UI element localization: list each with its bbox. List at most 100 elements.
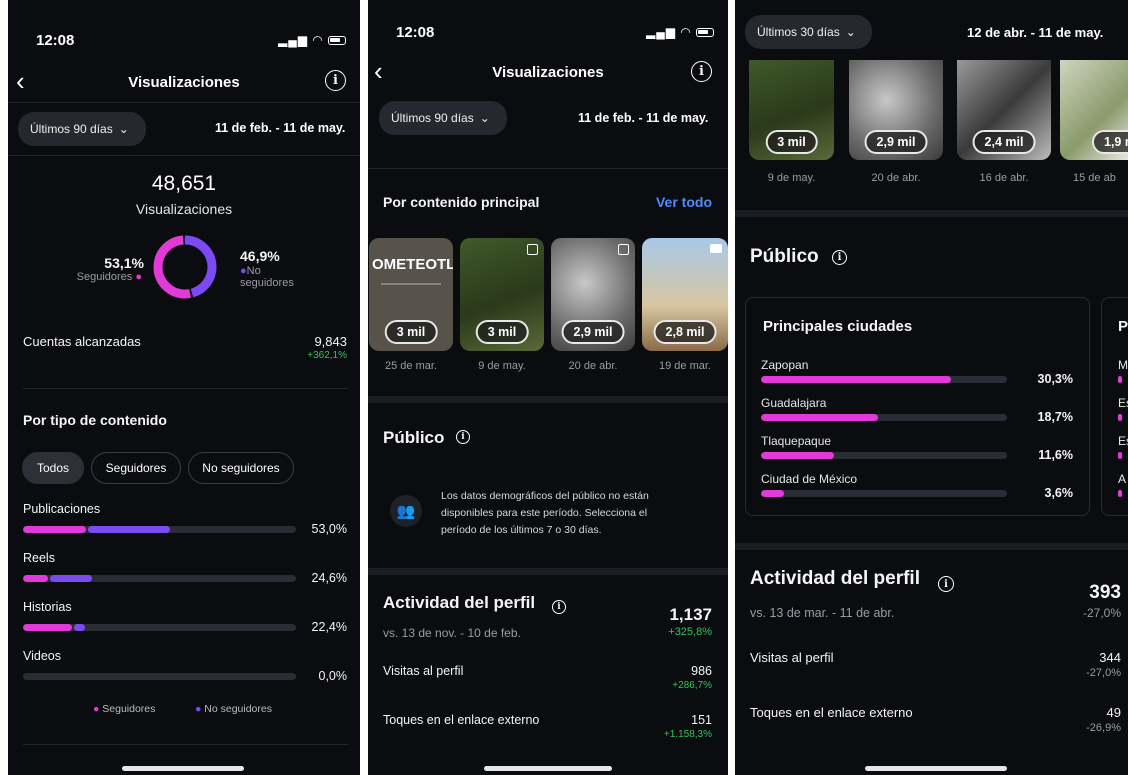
profile-activity-change: +325,8% <box>668 626 712 638</box>
second-card-item: A <box>1118 472 1127 486</box>
content-thumbnail[interactable]: 2,9 mil <box>551 238 635 351</box>
see-all-link[interactable]: Ver todo <box>656 194 712 210</box>
section-divider <box>735 543 1128 550</box>
chip-all[interactable]: Todos <box>22 452 84 484</box>
city-bar-fill <box>761 452 834 459</box>
content-type-bar <box>23 575 296 582</box>
second-card-title: P <box>1118 318 1128 335</box>
battery-icon <box>328 36 347 46</box>
content-type-value: 53,0% <box>311 522 347 536</box>
second-card-bar-fill <box>1118 452 1122 459</box>
non-followers-dot-icon: ● <box>240 265 247 277</box>
audience-notice: Los datos demográficos del público no es… <box>441 490 649 536</box>
city-name: Zapopan <box>761 358 809 372</box>
page-title: Visualizaciones <box>492 64 604 81</box>
views-badge: 3 mil <box>765 130 818 154</box>
content-type-bar <box>23 624 296 631</box>
range-dropdown[interactable]: Últimos 30 días ⌄ <box>745 15 872 49</box>
content-type-bar <box>23 526 296 533</box>
profile-visits-value: 344 <box>1099 650 1121 665</box>
comparison-period: vs. 13 de mar. - 11 de abr. <box>750 606 895 620</box>
non-followers-bar-segment <box>50 575 92 582</box>
wifi-icon: ◠ <box>680 25 692 39</box>
profile-activity-total: 1,137 <box>669 605 712 624</box>
thumbnail-date: 20 de abr. <box>568 360 618 372</box>
content-thumbnail[interactable]: OMETEOTL 3 mil <box>369 238 453 351</box>
views-badge: 3 mil <box>475 320 529 344</box>
info-icon[interactable]: i <box>832 250 847 265</box>
views-badge: 3 mil <box>384 320 438 344</box>
content-thumbnail[interactable]: 3 mil <box>460 238 544 351</box>
status-icons: ▂▄▆ ◠ <box>278 33 347 47</box>
legend-followers: ● Seguidores <box>93 703 156 715</box>
content-thumbnail[interactable]: 2,9 mil <box>849 60 943 160</box>
content-type-title: Por tipo de contenido <box>23 412 167 428</box>
content-type-value: 22,4% <box>311 620 347 634</box>
home-indicator[interactable] <box>865 766 1007 771</box>
accounts-reached-value: 9,843 <box>314 334 347 349</box>
signal-icon: ▂▄▆ <box>278 33 308 47</box>
non-followers-label: ●No seguidores <box>240 265 294 289</box>
thumbnail-date: 9 de may. <box>767 172 816 184</box>
info-icon[interactable]: i <box>691 61 712 82</box>
profile-activity-total: 393 <box>1089 582 1121 603</box>
content-thumbnail[interactable]: 3 mil <box>749 60 834 160</box>
section-divider <box>368 568 728 575</box>
chip-followers[interactable]: Seguidores <box>91 452 181 484</box>
profile-activity-change: -27,0% <box>1082 606 1121 620</box>
section-divider <box>735 210 1128 217</box>
audience-title: Público <box>383 428 445 447</box>
profile-visits-change: +286,7% <box>672 680 712 691</box>
screen-views-overview: 12:08 ▂▄▆ ◠ ‹ Visualizaciones i Últimos … <box>8 0 360 775</box>
chip-non-followers[interactable]: No seguidores <box>188 452 294 484</box>
followers-donut-chart <box>153 235 217 299</box>
second-card-bar-fill <box>1118 414 1122 421</box>
content-thumbnail[interactable]: 2,8 mil <box>642 238 728 351</box>
non-followers-bar-segment <box>74 624 85 631</box>
range-dropdown[interactable]: Últimos 90 días ⌄ <box>18 112 146 146</box>
home-indicator[interactable] <box>122 766 244 771</box>
range-dropdown[interactable]: Últimos 90 días ⌄ <box>379 101 507 135</box>
status-time: 12:08 <box>36 32 75 49</box>
chevron-down-icon: ⌄ <box>479 111 490 125</box>
screen-views-audience: Últimos 30 días ⌄ 12 de abr. - 11 de may… <box>735 0 1128 775</box>
city-bar <box>761 490 1007 497</box>
accounts-reached-label: Cuentas alcanzadas <box>23 334 141 349</box>
content-type-value: 24,6% <box>311 571 347 585</box>
views-badge: 2,8 mil <box>653 320 717 344</box>
views-badge: 1,9 mil <box>1092 130 1128 154</box>
content-type-value: 0,0% <box>318 669 348 683</box>
profile-visits-label: Visitas al perfil <box>383 664 464 678</box>
info-icon[interactable]: i <box>325 70 346 91</box>
non-followers-dot-icon: ● <box>195 703 202 715</box>
divider <box>8 155 360 156</box>
city-value: 18,7% <box>1037 410 1073 424</box>
info-icon[interactable]: i <box>938 576 954 592</box>
date-range: 11 de feb. - 11 de may. <box>215 121 346 135</box>
followers-dot-icon: ● <box>93 703 100 715</box>
divider <box>23 388 348 389</box>
home-indicator[interactable] <box>484 766 612 771</box>
thumbnail-date: 16 de abr. <box>979 172 1029 184</box>
info-icon[interactable]: i <box>456 430 470 444</box>
non-followers-percent: 46,9% <box>240 248 280 264</box>
thumbnail-date: 15 de ab <box>1073 172 1116 184</box>
external-link-label: Toques en el enlace externo <box>383 713 540 727</box>
info-icon[interactable]: i <box>552 600 566 614</box>
views-badge: 2,9 mil <box>864 130 928 154</box>
city-bar-fill <box>761 376 951 383</box>
views-badge: 2,4 mil <box>972 130 1036 154</box>
city-value: 3,6% <box>1044 486 1074 500</box>
content-type-label: Historias <box>23 600 72 614</box>
followers-label: Seguidores ● <box>76 271 142 283</box>
signal-icon: ▂▄▆ <box>646 25 676 39</box>
page-title: Visualizaciones <box>128 74 240 91</box>
content-thumbnail[interactable]: 1,9 mil <box>1060 60 1128 160</box>
range-label: Últimos 90 días <box>30 122 113 136</box>
second-card-item: Es <box>1118 396 1128 410</box>
followers-bar-segment <box>23 526 86 533</box>
views-badge: 2,9 mil <box>561 320 625 344</box>
chevron-down-icon: ⌄ <box>118 122 129 136</box>
second-card-item: Es <box>1118 434 1128 448</box>
content-thumbnail[interactable]: 2,4 mil <box>957 60 1051 160</box>
